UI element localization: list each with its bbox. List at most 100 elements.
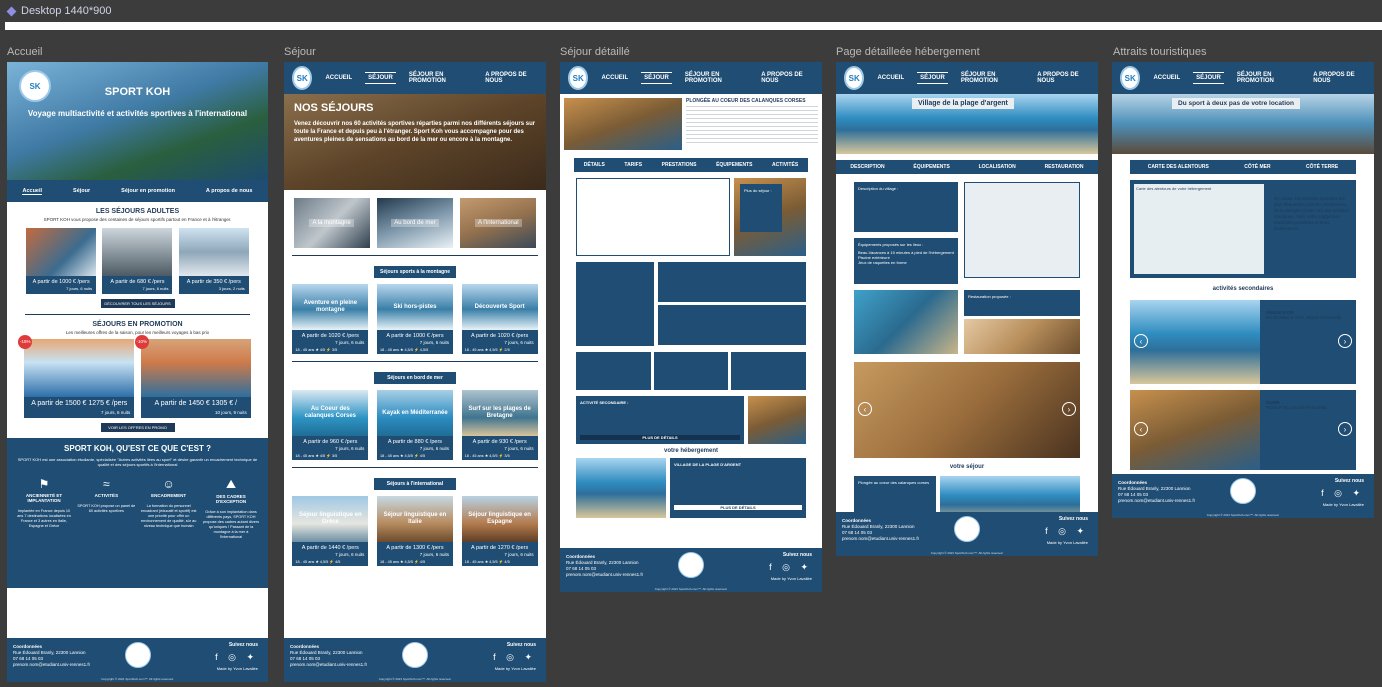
promo-card[interactable]: -10% A partir de 1450 € 1305 € /10 jours… xyxy=(134,335,251,418)
sejour-card[interactable]: Séjour linguistique en Italie A partir de… xyxy=(376,496,453,566)
frame-accueil[interactable]: SK SPORT KOH Voyage multiactivité et act… xyxy=(7,62,268,682)
feature-item: ⚑ ANCIENNETÉ ET IMPLANTATION Implantée en … xyxy=(15,477,73,540)
tab-equipements[interactable]: ÉQUIPEMENTS xyxy=(716,162,752,168)
sejour-card[interactable]: Surf sur les plages de Bretagne A partir … xyxy=(461,390,538,460)
tab-activites[interactable]: ACTIVITÉS xyxy=(772,162,798,168)
spot-card[interactable]: SABLE D'OR Rd de Mare E Sole, 20166 Pietr… xyxy=(1130,300,1356,384)
equip-panel: Équipements proposés sur les lieux : Bea… xyxy=(854,238,958,284)
nav-accueil[interactable]: ACCUEIL xyxy=(874,73,907,83)
sejour-card[interactable]: Au Coeur des calanques Corses A partir de… xyxy=(292,390,369,460)
tarif-row xyxy=(576,262,806,346)
prev-arrow-icon[interactable]: ‹ xyxy=(858,402,872,416)
adult-card[interactable]: A partir de 680 € /pers 7 jours, 6 nuits xyxy=(102,228,173,294)
subnav-sejour[interactable]: Séjour xyxy=(73,188,90,194)
sejour-card[interactable]: Kayak en Méditerranée A partir de 880 € /… xyxy=(376,390,453,460)
social-icons[interactable]: f ◎ ✦ xyxy=(1321,488,1364,499)
discount-badge: -10% xyxy=(134,335,149,349)
frame-label-attraits[interactable]: Attraits touristiques xyxy=(1113,46,1207,58)
sejour-card[interactable]: Aventure en pleine montagne A partir de 1… xyxy=(292,284,369,354)
logo-icon[interactable]: SK xyxy=(1120,66,1141,90)
subnav-accueil[interactable]: Accueil xyxy=(22,188,43,195)
about-desc: SPORT KOH est une association étudiante,… xyxy=(17,457,258,467)
frame-label-hebergement[interactable]: Page détailleée hébergement xyxy=(836,46,980,58)
nav-promo[interactable]: SÉJOUR EN PROMOTION xyxy=(406,70,472,86)
hebergement-label: votre hébergement xyxy=(663,448,718,454)
tab-restauration[interactable]: RESTAURATION xyxy=(1045,164,1084,170)
prev-arrow-icon[interactable]: ‹ xyxy=(1134,422,1148,436)
adult-card[interactable]: A partir de 350 € /pers 3 jours, 2 nuits xyxy=(178,228,249,294)
divider xyxy=(292,255,538,256)
nav-about[interactable]: A PROPOS DE NOUS xyxy=(1034,70,1090,86)
social-icons[interactable]: f ◎ ✦ xyxy=(769,562,812,573)
next-arrow-icon[interactable]: › xyxy=(1062,402,1076,416)
category-card[interactable]: A la montagne xyxy=(293,198,370,248)
frame-sejour[interactable]: SK ACCUEIL SÉJOUR SÉJOUR EN PROMOTION A … xyxy=(284,62,546,682)
frame-label-sejour[interactable]: Séjour xyxy=(284,46,316,58)
tab-details[interactable]: DÉTAILS xyxy=(584,162,605,168)
detail-photo xyxy=(564,98,682,150)
nav-promo[interactable]: SÉJOUR EN PROMOTION xyxy=(958,70,1024,86)
nav-promo[interactable]: SÉJOUR EN PROMOTION xyxy=(682,70,748,86)
secondary-label: activités secondaires xyxy=(1212,286,1274,292)
sejour-card[interactable]: Séjour linguistique en Espagne A partir d… xyxy=(461,496,538,566)
frame-detail[interactable]: SK ACCUEIL SÉJOUR SÉJOUR EN PROMOTION A … xyxy=(560,62,822,592)
nav-sejour[interactable]: SÉJOUR xyxy=(641,72,672,84)
prev-arrow-icon[interactable]: ‹ xyxy=(1134,334,1148,348)
heb-details-button[interactable]: PLUS DE DÉTAILS xyxy=(674,505,802,510)
category-card[interactable]: Au bord de mer xyxy=(376,198,453,248)
tab-tarifs[interactable]: TARIFS xyxy=(624,162,642,168)
logo-icon[interactable]: SK xyxy=(292,66,313,90)
promo-button[interactable]: VOIR LES OFFRES EN PROMO xyxy=(100,423,175,432)
tab-equipements[interactable]: ÉQUIPEMENTS xyxy=(913,164,949,170)
nav-accueil[interactable]: ACCUEIL xyxy=(598,73,631,83)
nav-about[interactable]: A PROPOS DE NOUS xyxy=(482,70,538,86)
adult-card[interactable]: A partir de 1000 € /pers 7 jours, 6 nuits xyxy=(26,228,97,294)
social-icons[interactable]: f ◎ ✦ xyxy=(493,652,536,663)
hebergement-photo xyxy=(576,458,666,518)
nav-sejour[interactable]: SÉJOUR xyxy=(365,72,396,84)
more-details-button[interactable]: PLUS DE DÉTAILS xyxy=(580,435,740,440)
room-carousel[interactable]: ‹ › xyxy=(854,362,1080,458)
logo-icon[interactable]: SK xyxy=(844,66,865,90)
subnav-about[interactable]: A propos de nous xyxy=(206,188,253,194)
category-card[interactable]: A l'international xyxy=(460,198,537,248)
tab-cote-mer[interactable]: CÔTÉ MER xyxy=(1244,164,1270,170)
all-sejours-button[interactable]: DÉCOUVRER TOUS LES SÉJOURS xyxy=(100,299,175,308)
nav-sejour[interactable]: SÉJOUR xyxy=(917,72,948,84)
spot-card[interactable]: RUINE RD55 R°55, 20166 Pietrosella ‹ › xyxy=(1130,390,1356,470)
map-panel[interactable]: Carte des alentours de votre hébergement xyxy=(1134,184,1264,274)
nav-about[interactable]: A PROPOS DE NOUS xyxy=(1310,70,1366,86)
sejour-card[interactable]: Ski hors-pistes A partir de 1000 € /pers 7… xyxy=(376,284,453,354)
adult-desc: SPORT KOH vous propose des centaines de … xyxy=(43,217,232,222)
map-panel[interactable] xyxy=(964,182,1080,278)
tab-carte[interactable]: CARTE DES ALENTOURS xyxy=(1148,164,1209,170)
nav-sejour[interactable]: SÉJOUR xyxy=(1193,72,1224,84)
hero-subtitle: Voyage multiactivité et activités sporti… xyxy=(27,109,248,118)
tab-description[interactable]: DESCRIPTION xyxy=(850,164,884,170)
sejour-card[interactable]: Séjour linguistique en Grèce A partir de … xyxy=(292,496,369,566)
window-title[interactable]: Desktop 1440*900 xyxy=(21,5,112,17)
nav-accueil[interactable]: ACCUEIL xyxy=(322,73,355,83)
nav-about[interactable]: A PROPOS DE NOUS xyxy=(758,70,814,86)
subnav-promo[interactable]: Séjour en promotion xyxy=(121,188,175,194)
mountain-icon: ⛰ xyxy=(225,477,237,491)
frame-label-accueil[interactable]: Accueil xyxy=(7,46,42,58)
frame-hebergement[interactable]: SK ACCUEIL SÉJOUR SÉJOUR EN PROMOTION A … xyxy=(836,62,1098,556)
logo-icon[interactable]: SK xyxy=(568,66,589,90)
nav-accueil[interactable]: ACCUEIL xyxy=(1150,73,1183,83)
nav-promo[interactable]: SÉJOUR EN PROMOTION xyxy=(1234,70,1300,86)
promo-card[interactable]: -15% A partir de 1500 € 1275 € /pers 7 jo… xyxy=(18,335,135,418)
frame-label-detail[interactable]: Séjour détaillé xyxy=(560,46,630,58)
social-icons[interactable]: f ◎ ✦ xyxy=(1045,526,1088,537)
social-icons[interactable]: f ◎ ✦ xyxy=(215,652,258,663)
map-section: Carte des alentours de votre hébergement… xyxy=(1130,180,1356,278)
sejour-card[interactable]: Découverte Sport A partir de 1020 € /pers… xyxy=(461,284,538,354)
tab-prestations[interactable]: PRESTATIONS xyxy=(662,162,697,168)
next-arrow-icon[interactable]: › xyxy=(1338,422,1352,436)
tab-localisation[interactable]: LOCALISATION xyxy=(979,164,1016,170)
heb-tabs: DESCRIPTION ÉQUIPEMENTS LOCALISATION RES… xyxy=(836,160,1098,174)
promo-cards: -15% A partir de 1500 € 1275 € /pers 7 jo… xyxy=(7,335,268,418)
next-arrow-icon[interactable]: › xyxy=(1338,334,1352,348)
frame-attraits[interactable]: SK ACCUEIL SÉJOUR SÉJOUR EN PROMOTION A … xyxy=(1112,62,1374,518)
tab-cote-terre[interactable]: CÔTÉ TERRE xyxy=(1306,164,1338,170)
